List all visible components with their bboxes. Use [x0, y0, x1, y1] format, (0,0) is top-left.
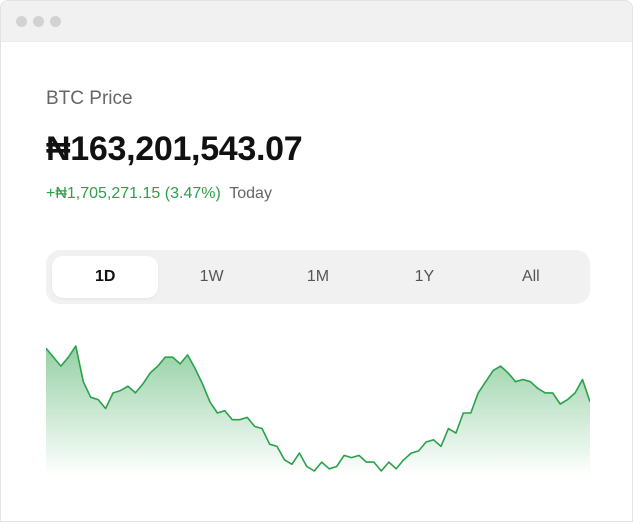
price-change-row: +₦1,705,271.15 (3.47%) Today: [46, 185, 587, 203]
tab-1m[interactable]: 1M: [265, 256, 371, 298]
minimize-window-dot-icon[interactable]: [33, 15, 44, 27]
price-value: ₦163,201,543.07: [46, 130, 303, 168]
app-window: BTC Price ₦163,201,543.07 +₦1,705,271.15…: [0, 0, 633, 522]
tab-1y[interactable]: 1Y: [371, 256, 477, 298]
close-window-dot-icon[interactable]: [16, 15, 27, 27]
title-bar: [1, 1, 632, 42]
chart-area-fill: [46, 346, 590, 476]
tab-all[interactable]: All: [478, 256, 584, 298]
maximize-window-dot-icon[interactable]: [50, 15, 61, 27]
price-change-period: Today: [229, 185, 272, 202]
range-tabs: 1D 1W 1M 1Y All: [46, 250, 590, 304]
price-change-amount: +₦1,705,271.15 (3.47%): [46, 185, 221, 202]
price-chart: [46, 345, 590, 476]
tab-1w[interactable]: 1W: [158, 256, 264, 298]
price-card: BTC Price ₦163,201,543.07 +₦1,705,271.15…: [1, 88, 632, 304]
asset-label: BTC Price: [46, 88, 133, 109]
tab-1d[interactable]: 1D: [52, 256, 159, 298]
